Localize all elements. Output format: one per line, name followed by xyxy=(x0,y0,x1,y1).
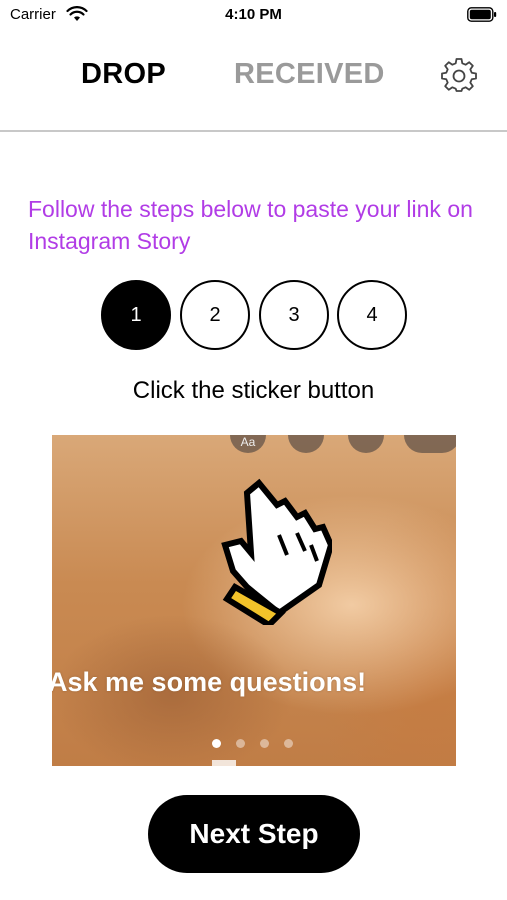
page-dot xyxy=(212,739,221,748)
effects-tool-icon xyxy=(348,435,384,453)
step-3[interactable]: 3 xyxy=(259,280,329,350)
page-dot xyxy=(236,739,245,748)
gear-icon[interactable] xyxy=(441,57,477,93)
page-indicator xyxy=(212,739,302,749)
tab-received[interactable]: RECEIVED xyxy=(234,58,385,91)
status-bar: Carrier 4:10 PM xyxy=(0,0,507,30)
tab-drop[interactable]: DROP xyxy=(81,58,166,91)
hand-pointer-icon xyxy=(221,478,332,625)
story-preview-image: Aa Ask me some questions! xyxy=(52,435,456,766)
instructions-text: Follow the steps below to paste your lin… xyxy=(28,196,473,254)
top-navigation: DROP RECEIVED xyxy=(0,30,507,132)
preview-handle xyxy=(212,760,236,766)
page-dot xyxy=(260,739,269,748)
sticker-tool-icon xyxy=(288,435,324,453)
story-caption: Ask me some questions! xyxy=(52,667,367,697)
step-indicator: 1 2 3 4 xyxy=(101,280,411,350)
battery-icon xyxy=(467,7,497,22)
status-time: 4:10 PM xyxy=(225,6,282,23)
step-2[interactable]: 2 xyxy=(180,280,250,350)
story-toolbar: Aa xyxy=(52,435,456,457)
more-tool-icon xyxy=(404,435,456,453)
text-tool-icon: Aa xyxy=(230,435,266,453)
next-step-button[interactable]: Next Step xyxy=(148,795,360,873)
step-1[interactable]: 1 xyxy=(101,280,171,350)
step-title: Click the sticker button xyxy=(132,377,375,404)
page-dot xyxy=(284,739,293,748)
step-4[interactable]: 4 xyxy=(337,280,407,350)
